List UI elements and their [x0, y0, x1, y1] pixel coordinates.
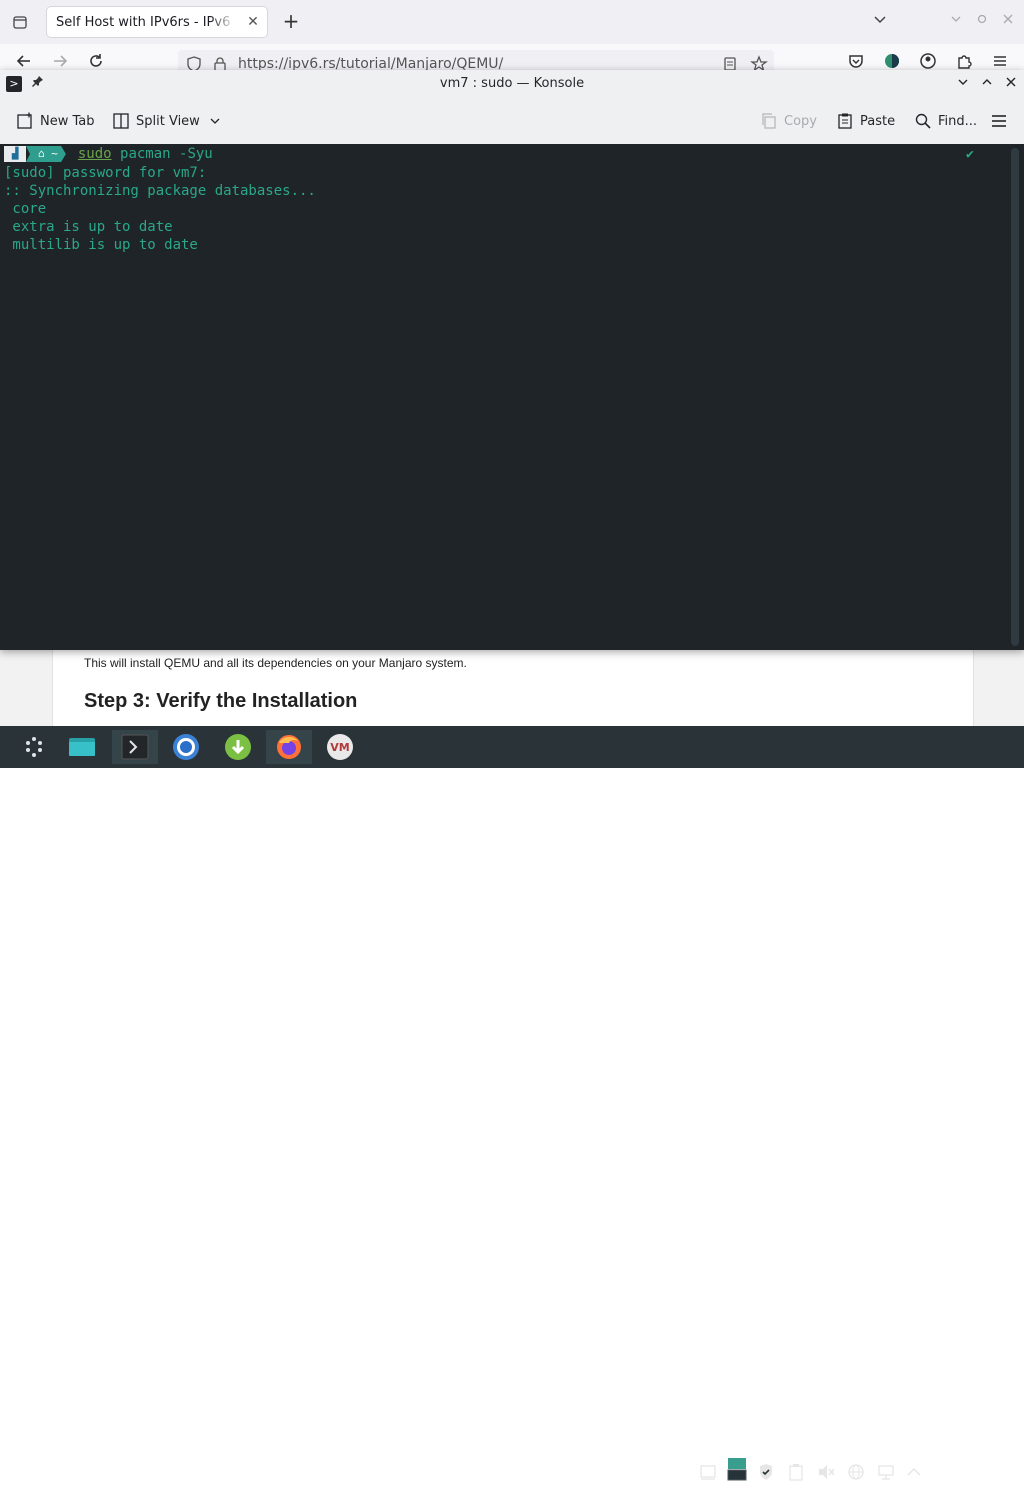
pager-icon[interactable] [727, 1456, 747, 1482]
volume-muted-icon[interactable] [816, 1462, 836, 1482]
tray-expand-chevron-icon[interactable] [904, 1462, 924, 1482]
web-page-content: This will install QEMU and all its depen… [0, 650, 1024, 726]
show-desktop-icon[interactable] [698, 1462, 718, 1482]
clock-date: 6/11/24 [946, 1474, 994, 1488]
terminal-area[interactable]: ▟ ⌂ ~ sudo pacman -Syu ✔ [sudo] password… [0, 144, 1008, 650]
konsole-titlebar[interactable]: > vm7 : sudo — Konsole [0, 70, 1024, 99]
scrollbar-thumb[interactable] [1011, 148, 1019, 646]
find-button[interactable]: Find... [914, 110, 977, 132]
chevron-down-icon [206, 112, 224, 130]
split-view-label: Split View [136, 113, 200, 129]
article-paragraph: This will install QEMU and all its depen… [84, 656, 467, 670]
network-globe-icon[interactable] [846, 1462, 866, 1482]
security-shield-icon[interactable] [756, 1462, 776, 1482]
paste-label: Paste [860, 113, 896, 129]
minimize-icon[interactable] [946, 12, 966, 32]
clipboard-icon[interactable] [786, 1462, 806, 1482]
wired-network-icon[interactable] [876, 1462, 896, 1482]
new-tab-label: New Tab [40, 113, 95, 129]
terminal-line: multilib is up to date [4, 237, 198, 253]
split-view-button[interactable]: Split View [112, 110, 224, 132]
command-sudo: sudo [77, 146, 112, 162]
clock-time: 11:18 AM [934, 1456, 1006, 1474]
chromium-icon[interactable] [166, 730, 206, 764]
application-launcher-icon[interactable] [14, 730, 54, 764]
typed-command: sudo pacman -Syu [78, 145, 213, 163]
new-tab-icon [16, 112, 34, 130]
close-window-icon[interactable] [998, 12, 1018, 32]
prompt-path-segment: ⌂ ~ [26, 146, 66, 162]
browser-tab-title: Self Host with IPv6rs - IPv6 Pr [56, 15, 236, 30]
copy-label: Copy [784, 113, 817, 129]
copy-button[interactable]: Copy [760, 110, 817, 132]
close-icon[interactable] [1002, 75, 1020, 93]
terminal-line: [sudo] password for vm7: [4, 165, 207, 181]
browser-tab[interactable]: Self Host with IPv6rs - IPv6 Pr ✕ [46, 6, 268, 38]
minimize-icon[interactable] [954, 75, 972, 93]
tab-list-icon[interactable] [10, 12, 30, 32]
copy-icon [760, 112, 778, 130]
maximize-icon[interactable] [978, 75, 996, 93]
prompt-path: ~ [51, 147, 58, 160]
konsole-window: > vm7 : sudo — Konsole New Tab Split Vie… [0, 70, 1024, 650]
tab-close-icon[interactable]: ✕ [245, 14, 261, 30]
browser-tab-bar: Self Host with IPv6rs - IPv6 Pr ✕ + [0, 0, 1024, 44]
terminal-line: :: Synchronizing package databases... [4, 183, 316, 199]
article-heading: Step 3: Verify the Installation [84, 690, 358, 712]
command-rest: pacman -Syu [111, 146, 213, 162]
maximize-icon[interactable] [972, 12, 992, 32]
terminal-line: extra is up to date [4, 219, 173, 235]
find-label: Find... [938, 113, 978, 129]
file-manager-icon[interactable] [62, 730, 102, 764]
search-icon [914, 112, 932, 130]
distro-logo-icon: ▟ [4, 146, 26, 162]
konsole-toolbar: New Tab Split View Copy Paste Find... [0, 98, 1024, 145]
firefox-icon[interactable] [266, 730, 312, 764]
hamburger-menu-icon [990, 112, 1008, 130]
new-tab-button[interactable]: + [280, 10, 302, 32]
terminal-scrollbar[interactable] [1008, 144, 1024, 650]
shell-prompt: ▟ ⌂ ~ sudo pacman -Syu [4, 146, 213, 162]
new-tab-button[interactable]: New Tab [16, 110, 95, 132]
svg-text:VM: VM [330, 741, 349, 754]
status-check-icon: ✔ [966, 147, 974, 162]
paste-button[interactable]: Paste [836, 110, 895, 132]
konsole-window-title: vm7 : sudo — Konsole [439, 76, 585, 91]
digital-clock[interactable]: 11:18 AM 6/11/24 [930, 1456, 1010, 1488]
konsole-task-icon[interactable] [112, 730, 158, 764]
split-view-icon [112, 112, 130, 130]
home-icon: ⌂ [38, 147, 45, 160]
tab-overflow-icon[interactable] [870, 12, 890, 32]
virt-manager-icon[interactable]: VM [320, 730, 360, 764]
taskbar: VM 11:18 AM 6/11/24 [0, 726, 1024, 1488]
hamburger-menu-button[interactable] [990, 110, 1008, 132]
download-manager-icon[interactable] [218, 730, 258, 764]
paste-icon [836, 112, 854, 130]
terminal-line: core [4, 201, 47, 217]
